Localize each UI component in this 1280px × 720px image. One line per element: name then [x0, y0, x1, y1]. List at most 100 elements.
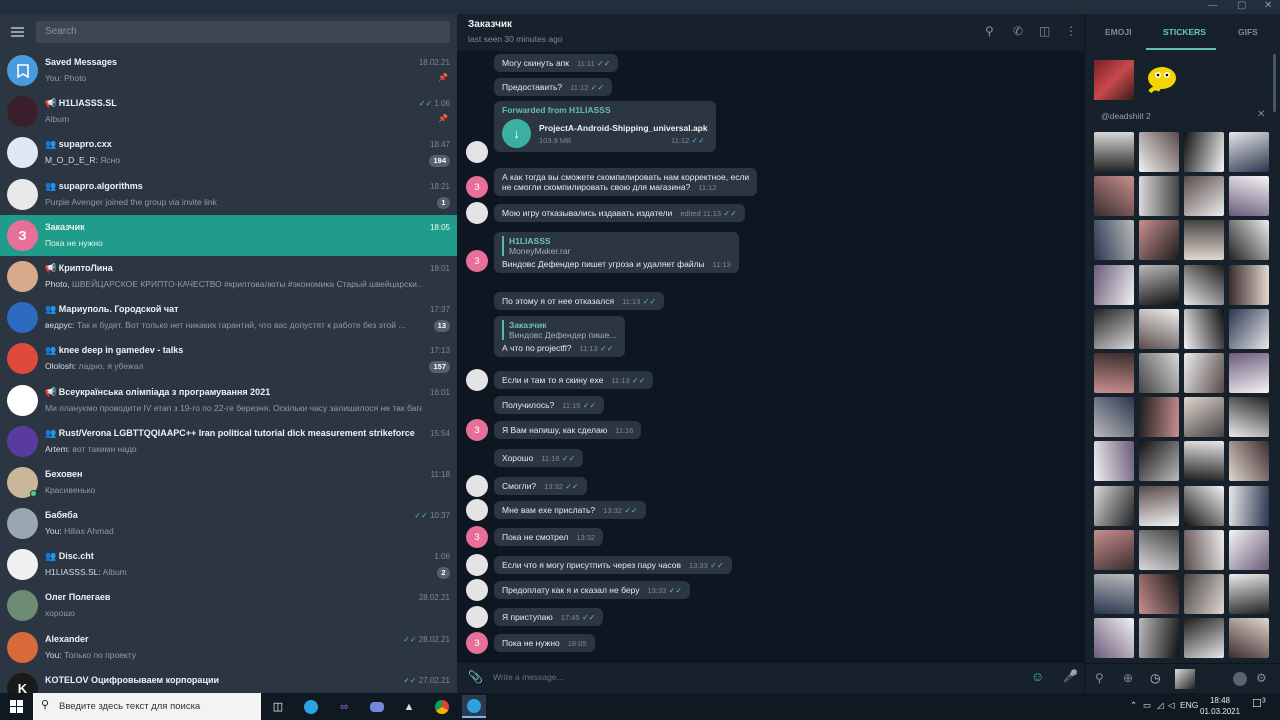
sticker-item[interactable] — [1139, 132, 1179, 172]
sticker-item[interactable] — [1139, 441, 1179, 482]
sticker-item[interactable] — [1229, 220, 1269, 261]
network-icon[interactable]: ◿ — [1157, 700, 1164, 711]
chat-list-item[interactable]: З Заказчик Пока не нужно 18:05 — [0, 214, 457, 256]
chat-list-item[interactable]: K KOTELOV Оцифровываем корпорации ✓✓ 27.02… — [0, 668, 457, 693]
battery-icon[interactable]: ▭ — [1143, 700, 1151, 711]
message-bubble[interactable]: Хорошо 11:16 ✓✓ — [494, 449, 584, 467]
sender-avatar[interactable] — [466, 369, 488, 391]
chat-list-item[interactable]: 👥 Rust/Verona LGBTTQQIAAPC++ Iran politi… — [0, 421, 457, 462]
message-input[interactable]: Write a message... — [493, 672, 564, 682]
chrome-icon[interactable] — [430, 695, 454, 718]
sender-avatar[interactable] — [466, 475, 488, 497]
sticker-item[interactable] — [1139, 485, 1179, 526]
search-icon[interactable]: ⚲ — [1095, 671, 1104, 685]
system-clock[interactable]: 18:48 01.03.2021 — [1200, 695, 1240, 717]
message-bubble[interactable]: Получилось? 11:15 ✓✓ — [494, 396, 605, 414]
chat-list-item[interactable]: 👥 supapro.algorithms Purple Avenger joine… — [0, 174, 457, 215]
sticker-item[interactable] — [1139, 220, 1179, 261]
message-bubble[interactable]: Пока не смотрел 13:32 — [494, 528, 604, 546]
sticker-item[interactable] — [1094, 574, 1134, 614]
sticker-item[interactable] — [1139, 264, 1179, 305]
emoji-icon[interactable]: ☺ — [1031, 669, 1044, 684]
sticker-item[interactable] — [1184, 132, 1224, 172]
sticker-item[interactable] — [1139, 397, 1179, 438]
sender-avatar[interactable] — [466, 554, 488, 576]
sticker-item[interactable] — [1184, 397, 1224, 438]
sticker-item[interactable] — [1139, 353, 1179, 393]
sticker-item[interactable] — [1229, 574, 1269, 614]
telegram-app-icon[interactable] — [299, 695, 323, 718]
tab-stickers[interactable]: STICKERS — [1163, 27, 1206, 37]
sticker-item[interactable] — [1094, 353, 1134, 393]
sticker-item[interactable] — [1229, 264, 1269, 305]
sticker-item[interactable] — [1094, 220, 1134, 261]
tray-chevron-icon[interactable]: ⌃ — [1130, 700, 1137, 711]
language-indicator[interactable]: ENG — [1180, 700, 1198, 710]
sender-avatar[interactable] — [466, 579, 488, 601]
chat-list-item[interactable]: Бабяба You: Hilias Ahmad ✓✓ 10:37 — [0, 503, 457, 544]
sticker-item[interactable] — [1094, 132, 1134, 172]
visual-studio-icon[interactable]: ∞ — [332, 695, 356, 718]
sticker-item[interactable] — [1229, 441, 1269, 482]
recent-sticker[interactable] — [1140, 60, 1180, 100]
sticker-item[interactable] — [1094, 618, 1134, 659]
maximize-button[interactable]: ▢ — [1237, 0, 1246, 11]
message-bubble[interactable]: Предоставить? 11:12 ✓✓ — [494, 78, 613, 96]
sticker-pack-thumb[interactable] — [1233, 672, 1247, 686]
message-bubble[interactable]: Мою игру отказывались издавать издатели e… — [494, 204, 745, 222]
sticker-item[interactable] — [1094, 397, 1134, 438]
search-icon[interactable]: ⚲ — [985, 24, 994, 38]
telegram-active-icon[interactable] — [462, 695, 486, 718]
message-bubble[interactable]: Мне вам exe прислать? 13:32 ✓✓ — [494, 501, 646, 519]
message-bubble[interactable]: Пока не нужно 18:05 — [494, 634, 595, 652]
chat-list-item[interactable]: Олег Полегаев хорошо 28.02.21 — [0, 585, 457, 626]
sticker-item[interactable] — [1184, 308, 1224, 349]
sticker-item[interactable] — [1184, 618, 1224, 659]
chat-list-item[interactable]: Беховен Красивенько 11:18 — [0, 462, 457, 503]
unity-icon[interactable]: ▲ — [397, 695, 421, 718]
sticker-item[interactable] — [1229, 353, 1269, 393]
sticker-item[interactable] — [1184, 574, 1224, 614]
file-attachment[interactable]: ↓ ProjectA-Android-Shipping_universal.apk… — [502, 119, 708, 148]
reply-quote[interactable]: Заказчик Виндовс Дефендер пише... — [502, 320, 617, 340]
message-bubble[interactable]: Предоплату как я и сказал не беру 13:33 ✓… — [494, 581, 691, 599]
conversation-header[interactable]: Заказчик last seen 30 minutes ago ⚲ ✆ ◫ … — [457, 14, 1084, 51]
sticker-item[interactable] — [1094, 529, 1134, 570]
sticker-item[interactable] — [1229, 176, 1269, 217]
sticker-item[interactable] — [1184, 264, 1224, 305]
sticker-item[interactable] — [1229, 485, 1269, 526]
gear-icon[interactable]: ⚙ — [1256, 671, 1267, 685]
chat-list-item[interactable]: 👥 supapro.cxx M_O_D_E_R: Ясно 18:47 194 — [0, 132, 457, 173]
notification-icon[interactable]: ☐3 — [1252, 697, 1266, 710]
sticker-item[interactable] — [1139, 308, 1179, 349]
sticker-item[interactable] — [1184, 441, 1224, 482]
reply-quote[interactable]: H1LIASSS MoneyMaker.rar — [502, 236, 731, 256]
message-bubble[interactable]: Я приступаю 17:45 ✓✓ — [494, 608, 604, 626]
chat-list-item[interactable]: 📢 КриптоЛина Photo, ШВЕЙЦАРСКОЕ КРИПТО-КА… — [0, 256, 457, 297]
sticker-item[interactable] — [1184, 220, 1224, 261]
task-view-icon[interactable]: ◫ — [266, 695, 290, 718]
sender-avatar[interactable] — [466, 606, 488, 628]
minimize-button[interactable]: — — [1208, 0, 1218, 11]
message-bubble[interactable]: Могу скинуть апк 11:11 ✓✓ — [494, 54, 619, 72]
sticker-item[interactable] — [1184, 485, 1224, 526]
recent-sticker[interactable] — [1094, 60, 1134, 100]
sender-avatar[interactable]: З — [466, 250, 488, 272]
sender-avatar[interactable]: З — [466, 526, 488, 548]
sticker-item[interactable] — [1094, 264, 1134, 305]
sticker-item[interactable] — [1094, 485, 1134, 526]
message-bubble[interactable]: Если что я могу присутпить через пару ча… — [494, 556, 732, 574]
sticker-item[interactable] — [1184, 529, 1224, 570]
sticker-scrollbar[interactable] — [1273, 54, 1276, 112]
sticker-item[interactable] — [1229, 618, 1269, 659]
attach-icon[interactable]: 📎 — [468, 670, 483, 684]
sticker-item[interactable] — [1229, 529, 1269, 570]
sticker-item[interactable] — [1139, 529, 1179, 570]
message-bubble[interactable]: А как тогда вы сможете скомпилировать на… — [494, 168, 758, 196]
message-bubble[interactable]: Смогли? 13:32 ✓✓ — [494, 477, 587, 495]
tab-gifs[interactable]: GIFS — [1238, 27, 1258, 37]
taskbar-search-input[interactable]: ⚲ Введите здесь текст для поиска — [33, 693, 261, 720]
chat-list-item[interactable]: 📢 Всеукраїнська олімпіада з програмуванн… — [0, 380, 457, 421]
sticker-item[interactable] — [1229, 397, 1269, 438]
sticker-item[interactable] — [1139, 176, 1179, 217]
